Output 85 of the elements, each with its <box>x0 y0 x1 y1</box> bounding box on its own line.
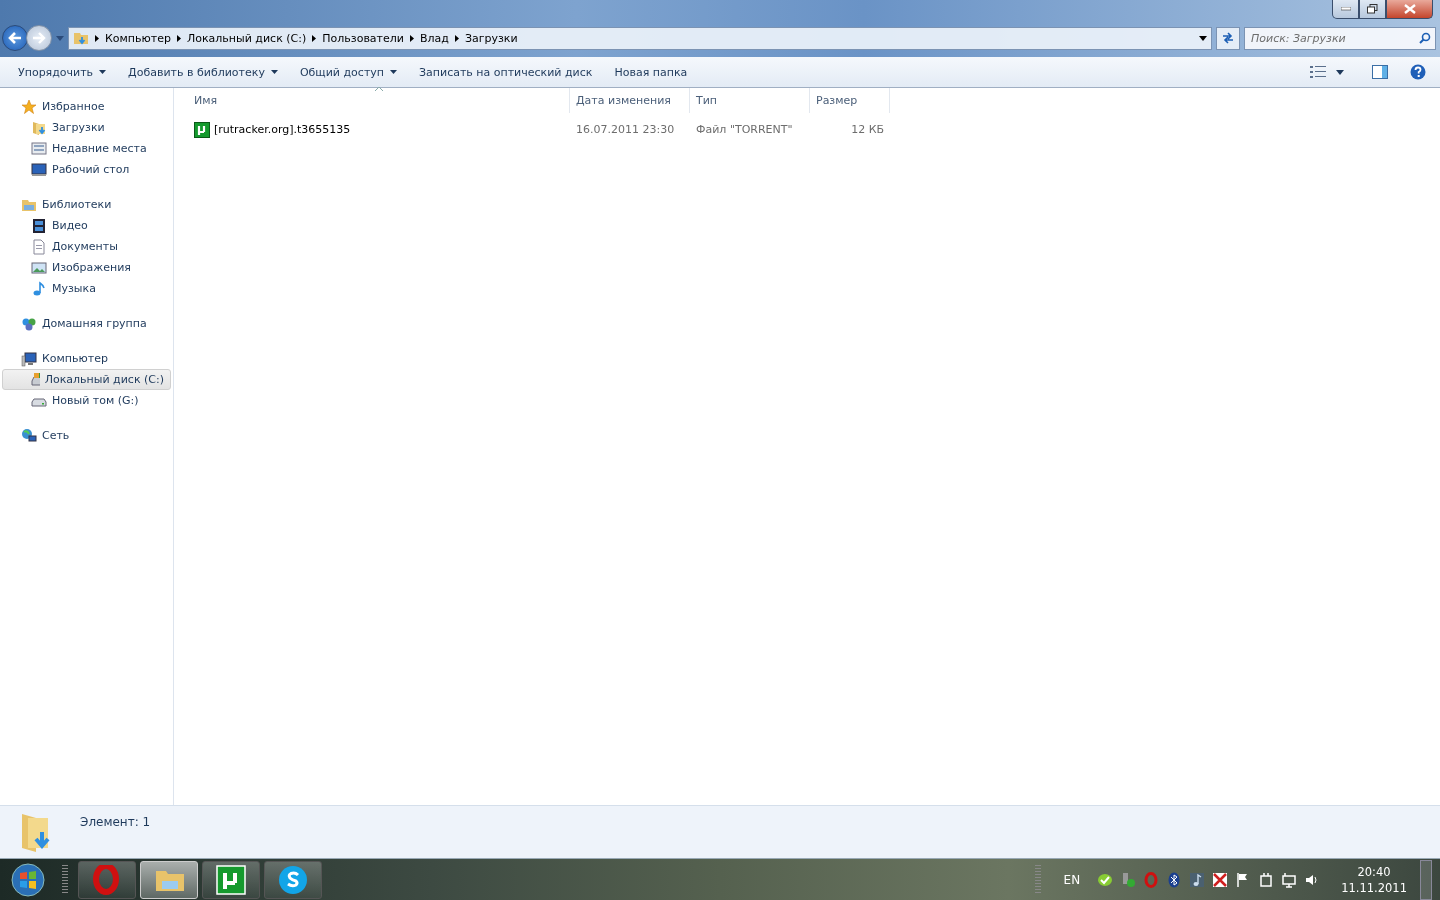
torrent-file-icon <box>194 121 210 138</box>
sidebar-item[interactable]: Музыка <box>2 278 171 299</box>
refresh-icon <box>1221 32 1235 44</box>
sidebar-item[interactable]: Видео <box>2 215 171 236</box>
file-name: [rutracker.org].t3655135 <box>214 123 351 136</box>
hard-drive-icon <box>31 371 40 388</box>
breadcrumb[interactable]: Загрузки <box>464 31 518 45</box>
menu-button[interactable]: Упорядочить <box>8 61 117 83</box>
address-bar[interactable]: Компьютер Локальный диск (C:) Пользователи Влад Загрузки <box>68 26 1212 50</box>
toolbar-button[interactable]: Новая папка <box>604 61 698 83</box>
sidebar-item[interactable]: Новый том (G:) <box>2 390 171 411</box>
dropdown-caret-icon[interactable] <box>1336 69 1344 75</box>
folder-icon <box>73 30 89 46</box>
breadcrumb-arrow-icon[interactable] <box>409 34 414 42</box>
sidebar-item[interactable]: Сеть <box>2 425 171 446</box>
music-note-icon[interactable] <box>1189 871 1206 888</box>
close-button[interactable] <box>1386 0 1433 19</box>
music-note-icon <box>31 280 47 297</box>
sidebar-item[interactable]: Документы <box>2 236 171 257</box>
desktop-icon <box>31 161 47 178</box>
sidebar-item[interactable]: Рабочий стол <box>2 159 171 180</box>
sidebar-item[interactable]: Избранное <box>2 96 171 117</box>
search-icon <box>1419 31 1431 44</box>
breadcrumb[interactable]: Локальный диск (C:) <box>186 31 307 45</box>
computer-icon <box>21 350 37 367</box>
restore-icon <box>1367 4 1378 14</box>
view-options-icon[interactable] <box>1310 66 1326 78</box>
folder-download-icon <box>31 119 47 136</box>
breadcrumb[interactable]: Компьютер <box>105 31 171 45</box>
column-header[interactable]: Тип <box>690 88 810 113</box>
sidebar-item[interactable]: Недавние места <box>2 138 171 159</box>
star-icon <box>21 98 37 115</box>
dropdown-caret-icon[interactable] <box>1199 35 1207 41</box>
back-arrow-icon <box>8 32 22 44</box>
power-plug-icon[interactable] <box>1258 871 1275 888</box>
network-monitor-icon[interactable] <box>1281 871 1298 888</box>
recent-places-icon <box>31 140 47 157</box>
breadcrumb[interactable]: Влад <box>419 31 449 45</box>
torrent-icon <box>216 864 246 895</box>
file-type: Файл "TORRENT" <box>695 123 794 136</box>
forward-button[interactable] <box>26 25 52 51</box>
help-icon[interactable] <box>1410 64 1426 80</box>
clock[interactable]: 20:40 11.11.2011 <box>1335 863 1413 896</box>
column-header[interactable]: Имя <box>188 88 570 113</box>
file-row[interactable]: [rutracker.org].t3655135 16.07.2011 23:30 Файл "TORRENT" 12 КБ <box>188 119 1440 140</box>
breadcrumb-arrow-icon[interactable] <box>454 34 459 42</box>
breadcrumb-arrow-icon[interactable] <box>95 34 99 42</box>
menu-button[interactable]: Добавить в библиотеку <box>118 61 288 83</box>
sidebar-item[interactable]: Домашняя группа <box>2 313 171 334</box>
opera-icon <box>92 864 122 895</box>
sidebar-item[interactable]: Локальный диск (C:) <box>2 369 171 390</box>
show-desktop-button[interactable] <box>1420 859 1432 900</box>
forward-arrow-icon <box>32 32 46 44</box>
minimize-button[interactable] <box>1332 0 1359 19</box>
minimize-icon <box>1340 7 1351 11</box>
picture-icon <box>31 259 47 276</box>
sidebar-item[interactable]: Библиотеки <box>2 194 171 215</box>
sidebar-item[interactable]: Загрузки <box>2 117 171 138</box>
network-icon <box>21 427 37 444</box>
menu-button[interactable]: Общий доступ <box>289 61 407 83</box>
taskbar-button[interactable] <box>264 860 322 899</box>
file-size: 12 КБ <box>850 123 885 136</box>
breadcrumb[interactable]: Пользователи <box>322 31 404 45</box>
breadcrumb-arrow-icon[interactable] <box>312 34 317 42</box>
taskbar-button[interactable] <box>202 860 260 899</box>
column-header[interactable]: Дата изменения <box>570 88 690 113</box>
sidebar-item[interactable]: Изображения <box>2 257 171 278</box>
check-bubble-icon[interactable] <box>1097 871 1114 888</box>
refresh-button[interactable] <box>1216 26 1240 50</box>
file-date: 16.07.2011 23:30 <box>575 123 676 136</box>
skype-icon <box>278 864 308 895</box>
item-count: Элемент: 1 <box>80 814 151 831</box>
preview-pane-icon[interactable] <box>1372 65 1388 79</box>
column-header[interactable]: Размер <box>810 88 890 113</box>
film-icon <box>31 217 47 234</box>
usb-check-icon[interactable] <box>1120 871 1137 888</box>
breadcrumb-arrow-icon[interactable] <box>176 34 181 42</box>
search-field[interactable]: Поиск: Загрузки <box>1244 26 1436 50</box>
language-indicator[interactable]: EN <box>1063 872 1081 887</box>
document-icon <box>31 238 47 255</box>
back-button[interactable] <box>2 25 28 51</box>
toolbar-button[interactable]: Записать на оптический диск <box>409 61 603 83</box>
sidebar-item[interactable]: Компьютер <box>2 348 171 369</box>
restore-button[interactable] <box>1359 0 1386 19</box>
close-icon <box>1403 4 1416 14</box>
